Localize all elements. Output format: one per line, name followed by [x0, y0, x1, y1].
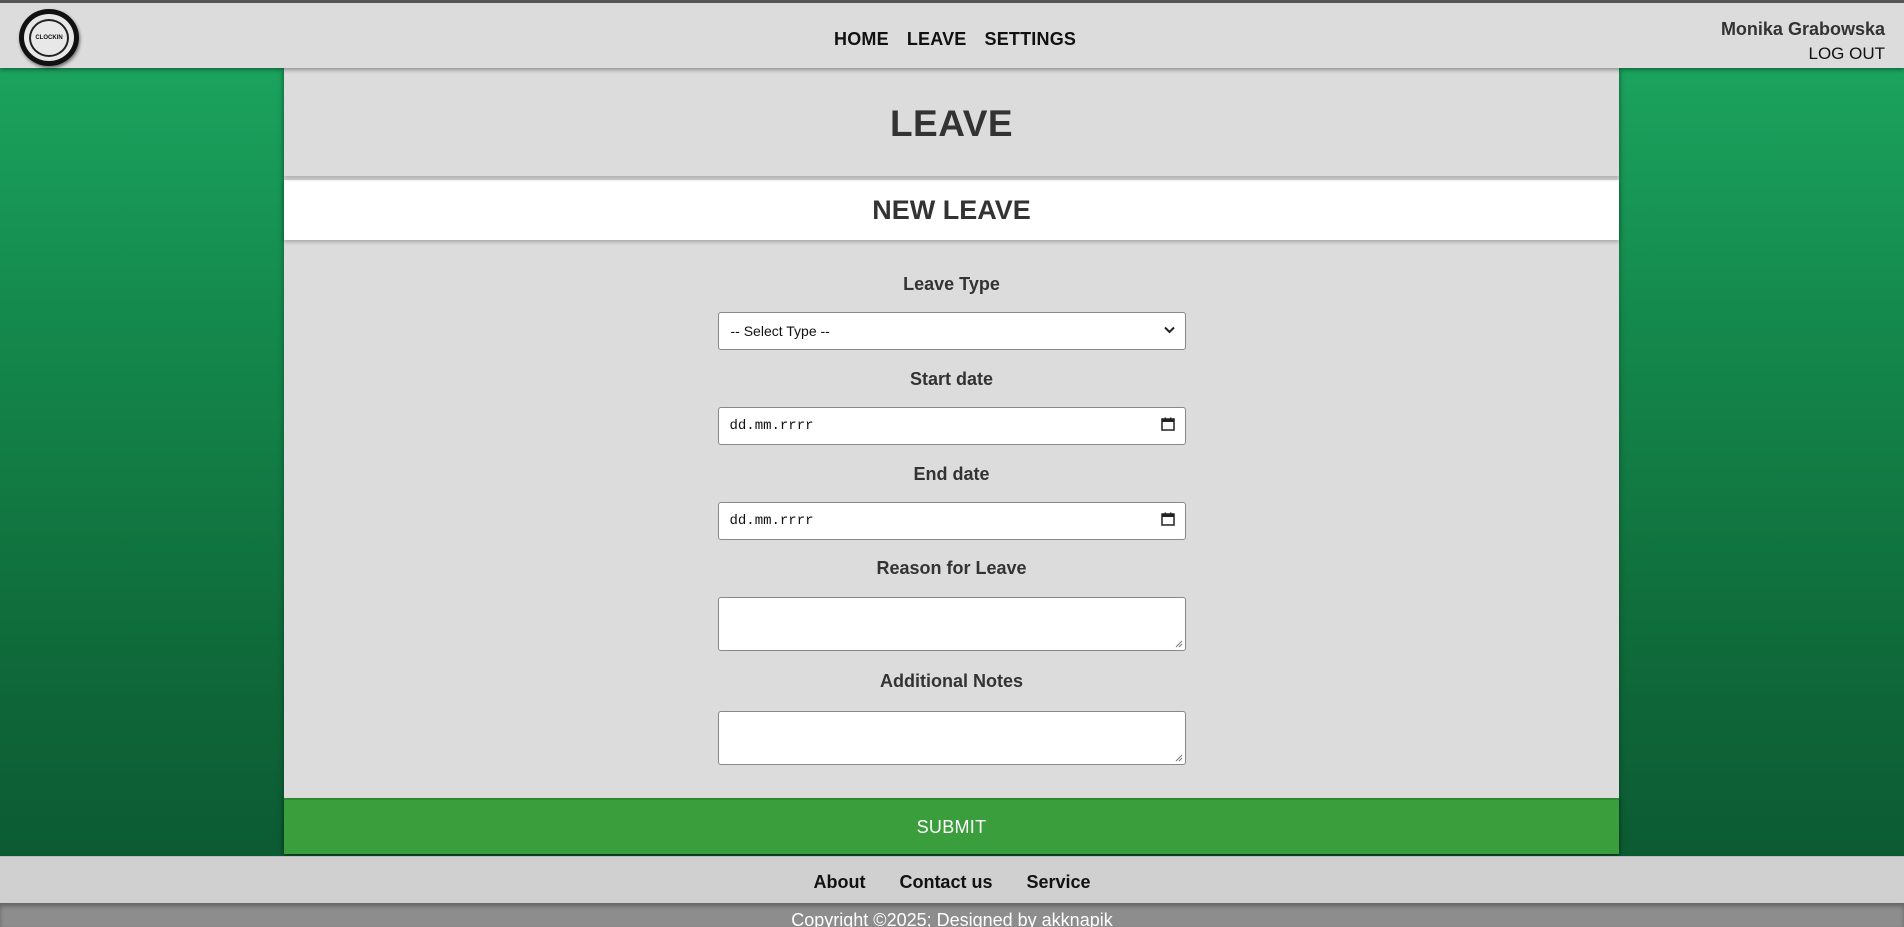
nav-settings-link[interactable]: SETTINGS: [985, 29, 1077, 50]
nav-home-link[interactable]: HOME: [834, 29, 889, 50]
leave-type-select[interactable]: -- Select Type --: [717, 312, 1186, 350]
resize-handle-icon[interactable]: [1175, 640, 1183, 648]
logout-link[interactable]: LOG OUT: [1721, 44, 1885, 64]
reason-textarea[interactable]: [717, 597, 1186, 651]
chevron-down-icon: [1163, 325, 1175, 337]
page-title: LEAVE: [889, 103, 1014, 144]
leave-type-label: Leave Type: [903, 274, 1000, 294]
end-date-label: End date: [913, 464, 990, 484]
end-date-input[interactable]: dd.mm.rrrr: [717, 502, 1186, 540]
logo-text: CLOCKIN: [29, 18, 69, 57]
user-name: Monika Grabowska: [1720, 19, 1885, 39]
footer-contact-link[interactable]: Contact us: [899, 872, 992, 893]
calendar-icon[interactable]: [1160, 512, 1175, 531]
main-nav: HOME LEAVE SETTINGS: [834, 29, 1076, 50]
resize-handle-icon[interactable]: [1175, 754, 1183, 762]
top-navbar: CLOCKIN HOME LEAVE SETTINGS Monika Grabo…: [0, 0, 1904, 68]
footer-service-link[interactable]: Service: [1026, 872, 1090, 893]
nav-leave-link[interactable]: LEAVE: [907, 29, 967, 50]
start-date-label: Start date: [909, 369, 994, 389]
start-date-input[interactable]: dd.mm.rrrr: [717, 407, 1186, 445]
section-title: NEW LEAVE: [872, 194, 1031, 225]
calendar-icon[interactable]: [1160, 417, 1175, 436]
page-title-header: LEAVE: [284, 68, 1619, 176]
end-date-placeholder: dd.mm.rrrr: [729, 513, 814, 529]
notes-label: Additional Notes: [880, 671, 1023, 691]
copyright-text: Copyright ©2025; Designed by akknapik: [0, 903, 1904, 927]
section-header: NEW LEAVE: [284, 180, 1619, 240]
footer-about-link[interactable]: About: [813, 872, 865, 893]
start-date-placeholder: dd.mm.rrrr: [729, 418, 814, 434]
leave-type-value: -- Select Type --: [730, 323, 830, 339]
clockin-logo[interactable]: CLOCKIN: [19, 9, 79, 66]
new-leave-form: Leave Type -- Select Type -- Start date …: [717, 240, 1186, 785]
reason-label: Reason for Leave: [876, 558, 1027, 578]
notes-textarea[interactable]: [717, 711, 1186, 765]
user-info: Monika Grabowska LOG OUT: [1721, 19, 1885, 64]
leave-panel: LEAVE NEW LEAVE Leave Type -- Select Typ…: [284, 68, 1619, 854]
submit-button[interactable]: SUBMIT: [284, 798, 1619, 854]
footer-links: About Contact us Service: [0, 856, 1904, 903]
